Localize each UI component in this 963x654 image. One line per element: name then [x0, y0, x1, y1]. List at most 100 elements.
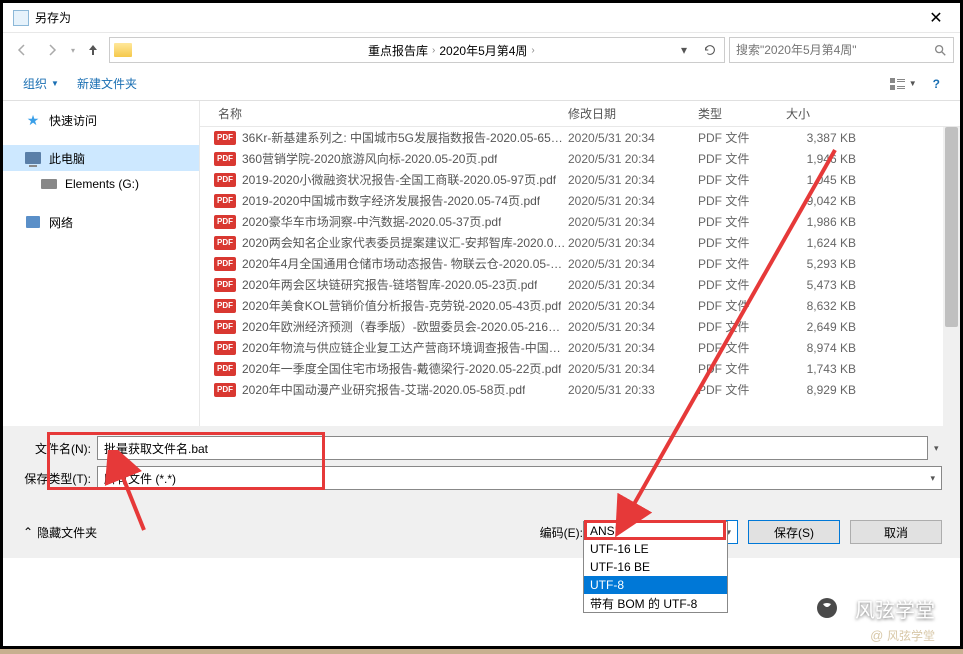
file-size: 5,293 KB	[786, 257, 886, 271]
file-name: 2020年中国动漫产业研究报告-艾瑞-2020.05-58页.pdf	[242, 381, 525, 398]
watermark: 风弦学堂	[809, 590, 935, 626]
chevron-down-icon: ▾	[930, 473, 935, 484]
pdf-icon: PDF	[214, 257, 236, 271]
file-name: 2019-2020中国城市数字经济发展报告-2020.05-74页.pdf	[242, 192, 540, 209]
file-date: 2020/5/31 20:34	[568, 215, 698, 229]
scrollbar-thumb[interactable]	[945, 127, 958, 327]
file-row[interactable]: PDF 360营销学院-2020旅游风向标-2020.05-20页.pdf 2020…	[200, 148, 960, 169]
toolbar: 组织▼ 新建文件夹 ▼ ?	[3, 67, 960, 101]
file-type: PDF 文件	[698, 276, 786, 293]
file-list: 名称 修改日期 类型 大小 PDF36Kr-新基建系列之: 中国城市5G发展指数…	[200, 101, 960, 426]
file-row[interactable]: PDF2020年一季度全国住宅市场报告-戴德梁行-2020.05-22页.pdf…	[200, 358, 960, 379]
sidebar-drive-g[interactable]: Elements (G:)	[3, 171, 199, 197]
view-button[interactable]: ▼	[883, 73, 923, 95]
file-name: 2020豪华车市场洞察-中汽数据-2020.05-37页.pdf	[242, 213, 501, 230]
address-dropdown[interactable]: ▾	[674, 43, 694, 57]
encoding-option[interactable]: UTF-16 BE	[584, 558, 727, 576]
history-dropdown[interactable]: ▾	[69, 46, 77, 55]
sidebar-network[interactable]: 网络	[3, 209, 199, 235]
file-row[interactable]: PDF 2020年4月全国通用仓储市场动态报告- 物联云仓-2020.05-12.…	[200, 253, 960, 274]
col-size-header[interactable]: 大小	[786, 105, 886, 122]
file-name: 2020年两会区块链研究报告-链塔智库-2020.05-23页.pdf	[242, 276, 537, 293]
file-row[interactable]: PDF36Kr-新基建系列之: 中国城市5G发展指数报告-2020.05-65页…	[200, 127, 960, 148]
file-size: 5,473 KB	[786, 278, 886, 292]
pdf-icon: PDF	[214, 362, 236, 376]
file-row[interactable]: PDF2020年两会区块链研究报告-链塔智库-2020.05-23页.pdf20…	[200, 274, 960, 295]
file-name: 2020年物流与供应链企业复工达产营商环境调查报告-中国物流...	[242, 339, 568, 356]
file-date: 2020/5/31 20:33	[568, 383, 698, 397]
sidebar-this-pc[interactable]: 此电脑	[3, 145, 199, 171]
search-box[interactable]	[729, 37, 954, 63]
pdf-icon: PDF	[214, 383, 236, 397]
network-icon	[25, 214, 41, 230]
file-name: 2020两会知名企业家代表委员提案建议汇-安邦智库-2020.05-9...	[242, 234, 568, 251]
file-size: 1,045 KB	[786, 173, 886, 187]
pdf-icon: PDF	[214, 152, 236, 166]
back-button[interactable]	[9, 37, 35, 63]
organize-button[interactable]: 组织▼	[15, 71, 67, 96]
breadcrumb-item[interactable]: 重点报告库	[368, 42, 428, 59]
breadcrumb-item[interactable]: 2020年5月第4周	[439, 42, 527, 59]
refresh-button[interactable]	[700, 43, 720, 57]
file-row[interactable]: PDF2020年美食KOL营销价值分析报告-克劳锐-2020.05-43页.pd…	[200, 295, 960, 316]
encoding-option[interactable]: ANSI	[584, 522, 727, 540]
navbar: ▾ 重点报告库 › 2020年5月第4周 › ▾	[3, 33, 960, 67]
filename-input[interactable]	[97, 436, 928, 460]
file-size: 1,946 KB	[786, 152, 886, 166]
chevron-right-icon: ›	[432, 45, 435, 56]
file-date: 2020/5/31 20:34	[568, 320, 698, 334]
file-row[interactable]: PDF2019-2020小微融资状况报告-全国工商联-2020.05-97页.p…	[200, 169, 960, 190]
encoding-dropdown[interactable]: ANSIUTF-16 LEUTF-16 BEUTF-8带有 BOM 的 UTF-…	[583, 521, 728, 613]
file-row[interactable]: PDF 2020豪华车市场洞察-中汽数据-2020.05-37页.pdf 2020/…	[200, 211, 960, 232]
scrollbar[interactable]	[943, 127, 960, 426]
pdf-icon: PDF	[214, 215, 236, 229]
search-input[interactable]	[736, 43, 927, 57]
address-bar[interactable]: 重点报告库 › 2020年5月第4周 › ▾	[109, 37, 725, 63]
file-name: 2020年4月全国通用仓储市场动态报告- 物联云仓-2020.05-12...	[242, 255, 568, 272]
file-row[interactable]: PDF 2019-2020中国城市数字经济发展报告-2020.05-74页.pdf…	[200, 190, 960, 211]
forward-button[interactable]	[39, 37, 65, 63]
file-size: 1,986 KB	[786, 215, 886, 229]
col-name-header[interactable]: 名称	[200, 105, 568, 122]
file-size: 8,974 KB	[786, 341, 886, 355]
hide-folders-button[interactable]: ⌃ 隐藏文件夹	[23, 524, 97, 541]
filetype-label: 保存类型(T):	[13, 470, 91, 487]
col-type-header[interactable]: 类型	[698, 105, 786, 122]
file-row[interactable]: PDF2020年物流与供应链企业复工达产营商环境调查报告-中国物流...2020…	[200, 337, 960, 358]
new-folder-button[interactable]: 新建文件夹	[69, 71, 145, 96]
file-row[interactable]: PDF 2020年欧洲经济预测（春季版）-欧盟委员会-2020.05-216页.p…	[200, 316, 960, 337]
file-name: 2020年欧洲经济预测（春季版）-欧盟委员会-2020.05-216页.p...	[242, 318, 568, 335]
filename-label: 文件名(N):	[13, 440, 91, 457]
filetype-combo[interactable]: 所有文件 (*.*) ▾	[97, 466, 942, 490]
pdf-icon: PDF	[214, 320, 236, 334]
up-button[interactable]	[81, 38, 105, 62]
file-size: 8,929 KB	[786, 383, 886, 397]
col-date-header[interactable]: 修改日期	[568, 105, 698, 122]
star-icon: ★	[25, 112, 41, 128]
pdf-icon: PDF	[214, 278, 236, 292]
action-row: ⌃ 隐藏文件夹 编码(E): UTF-8 ▾ 保存(S) 取消	[3, 506, 960, 558]
file-size: 1,624 KB	[786, 236, 886, 250]
close-button[interactable]: ✕	[916, 5, 956, 31]
file-type: PDF 文件	[698, 129, 786, 146]
file-size: 1,743 KB	[786, 362, 886, 376]
titlebar: 另存为 ✕	[3, 3, 960, 33]
file-date: 2020/5/31 20:34	[568, 173, 698, 187]
encoding-option[interactable]: 带有 BOM 的 UTF-8	[584, 594, 727, 612]
column-headers: 名称 修改日期 类型 大小	[200, 101, 960, 127]
file-row[interactable]: PDF 2020年中国动漫产业研究报告-艾瑞-2020.05-58页.pdf 202…	[200, 379, 960, 400]
pdf-icon: PDF	[214, 194, 236, 208]
encoding-option[interactable]: UTF-8	[584, 576, 727, 594]
file-type: PDF 文件	[698, 192, 786, 209]
sidebar-quick-access[interactable]: ★ 快速访问	[3, 107, 199, 133]
file-name: 360营销学院-2020旅游风向标-2020.05-20页.pdf	[242, 150, 497, 167]
save-button[interactable]: 保存(S)	[748, 520, 840, 544]
sidebar: ★ 快速访问 此电脑 Elements (G:) 网络	[3, 101, 200, 426]
encoding-option[interactable]: UTF-16 LE	[584, 540, 727, 558]
file-row[interactable]: PDF2020两会知名企业家代表委员提案建议汇-安邦智库-2020.05-9..…	[200, 232, 960, 253]
file-date: 2020/5/31 20:34	[568, 152, 698, 166]
pdf-icon: PDF	[214, 131, 236, 145]
help-button[interactable]: ?	[925, 73, 948, 95]
window-title: 另存为	[35, 9, 916, 26]
cancel-button[interactable]: 取消	[850, 520, 942, 544]
